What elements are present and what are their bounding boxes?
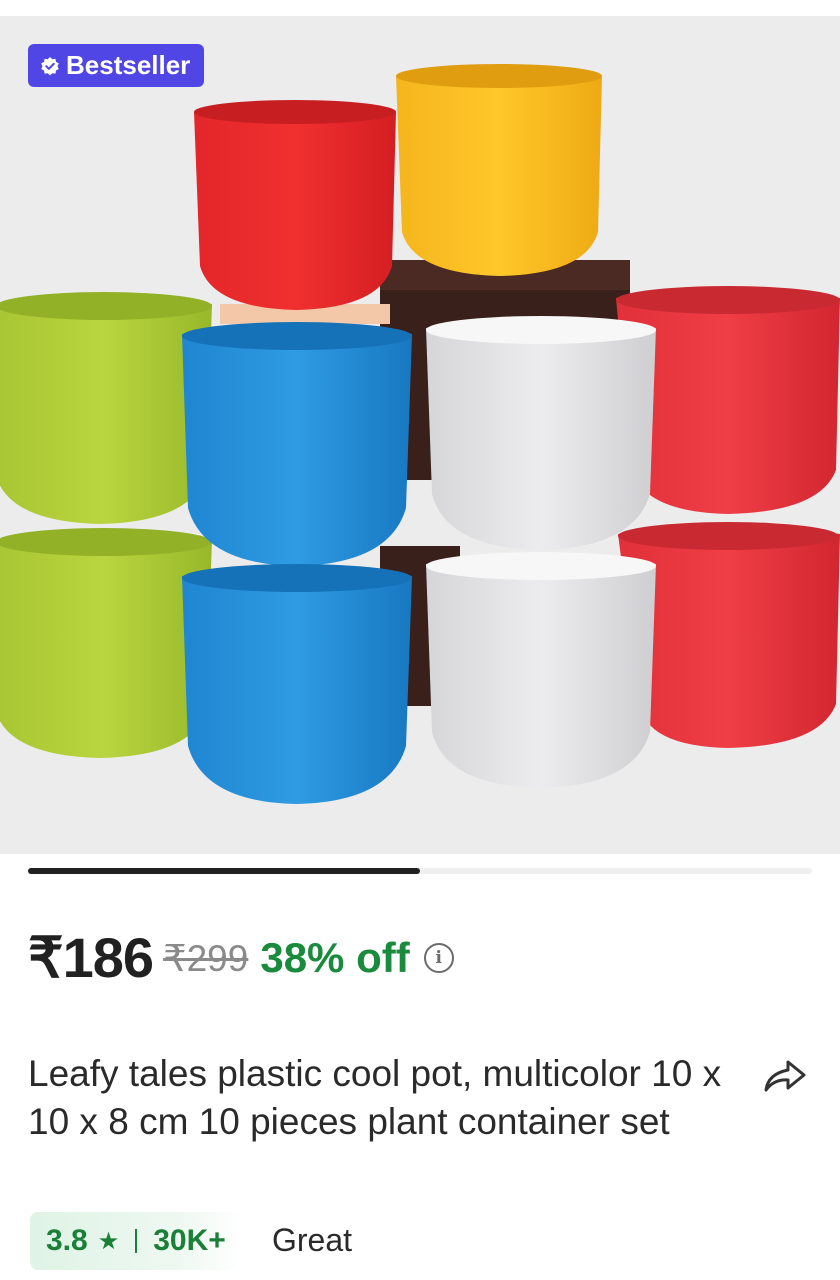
share-icon[interactable] xyxy=(762,1056,808,1096)
rating-value: 3.8 xyxy=(46,1224,88,1257)
rating-label: Great xyxy=(272,1222,353,1258)
bestseller-badge: Bestseller xyxy=(28,44,205,87)
blue-pot xyxy=(182,564,412,804)
pots-illustration xyxy=(0,64,840,804)
green-pot xyxy=(0,292,212,524)
rating-count: 30K+ xyxy=(153,1224,226,1257)
status-spacer xyxy=(0,0,840,16)
white-pot xyxy=(426,316,656,550)
product-title: Leafy tales plastic cool pot, multicolor… xyxy=(28,1053,722,1142)
original-price: ₹299 xyxy=(163,937,249,979)
discount-percent: 38% off xyxy=(260,934,410,981)
yellow-pot xyxy=(396,64,602,276)
current-price: ₹186 xyxy=(28,926,154,989)
blue-pot xyxy=(182,322,412,566)
rating-badge[interactable]: 3.8 ★ 30K+ xyxy=(30,1212,242,1270)
badge-label: Bestseller xyxy=(66,50,191,80)
product-image[interactable]: Bestseller xyxy=(0,16,840,854)
red-pot xyxy=(194,100,396,310)
price-row: ₹186 ₹299 38% off i xyxy=(28,918,454,998)
star-icon: ★ xyxy=(97,1227,120,1255)
carousel-progress xyxy=(28,868,420,874)
rating-divider xyxy=(135,1229,138,1253)
image-carousel-indicator[interactable] xyxy=(28,868,812,874)
verified-check-icon xyxy=(41,56,59,75)
info-icon[interactable]: i xyxy=(423,943,454,973)
green-pot xyxy=(0,528,212,758)
white-pot xyxy=(426,552,656,788)
